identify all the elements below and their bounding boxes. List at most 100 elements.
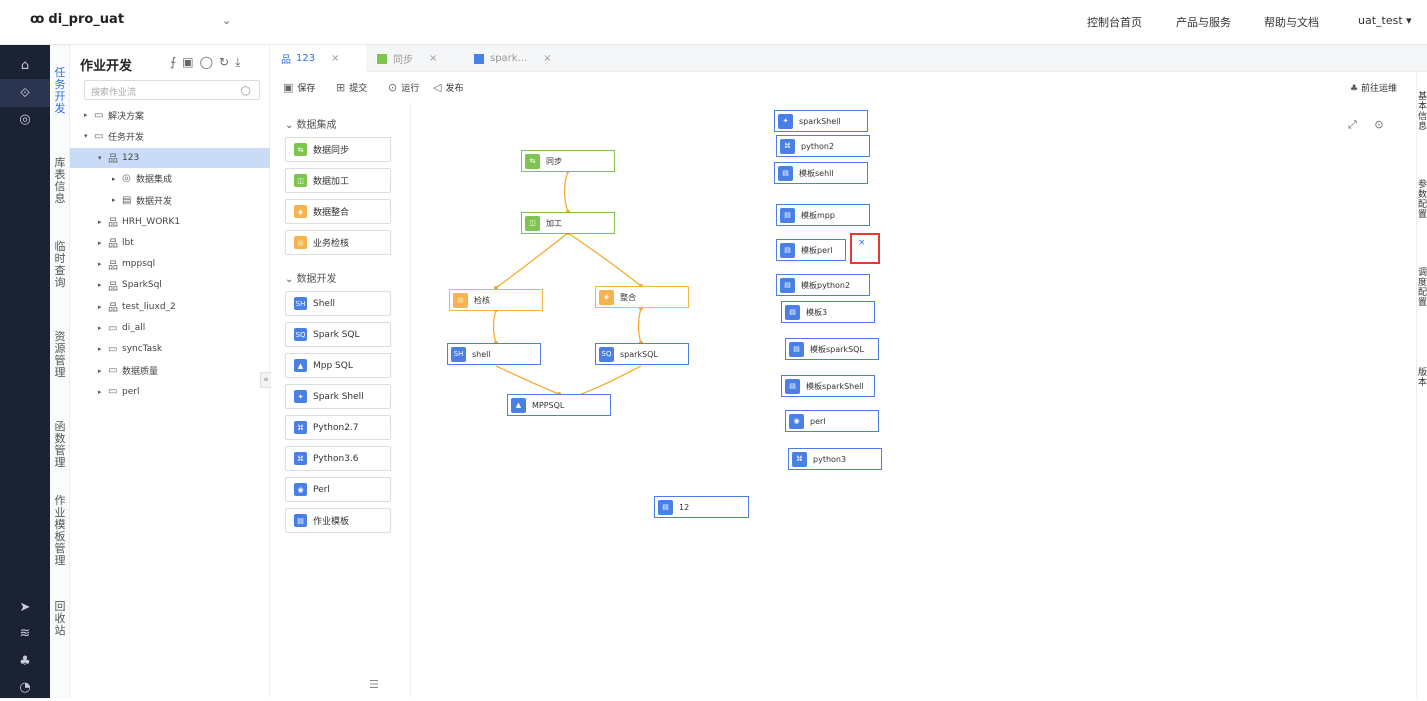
nav-help[interactable]: 帮助与文档 xyxy=(1264,14,1319,30)
tree-node[interactable]: ▸ 品 SparkSql xyxy=(70,275,270,295)
tree-search-input[interactable]: 搜索作业流 ○ xyxy=(84,80,260,100)
list-icon[interactable]: ☰ xyxy=(369,678,379,691)
user-menu[interactable]: uat_test ▾ xyxy=(1358,14,1412,27)
locate-icon[interactable]: ⊙ xyxy=(1374,118,1383,131)
flow-node[interactable]: ◫ 加工 xyxy=(521,212,615,234)
publish-button[interactable]: ◁ 发布 xyxy=(433,81,463,94)
caret-icon[interactable]: ▸ xyxy=(98,260,108,268)
flow-node[interactable]: SH shell xyxy=(447,343,541,365)
tab-sync[interactable]: 同步 × xyxy=(367,45,463,72)
close-icon[interactable]: × xyxy=(543,53,551,64)
close-icon[interactable]: × xyxy=(429,53,437,64)
tree-node[interactable]: ▸ ▭ syncTask xyxy=(70,339,270,359)
palette-item[interactable]: ▤ 作业模板 xyxy=(285,508,391,533)
tab-spark[interactable]: spark... × xyxy=(464,45,560,72)
close-icon[interactable]: × xyxy=(331,53,339,64)
rtab-schedule[interactable]: 调度配置 xyxy=(1418,268,1427,308)
tree-node[interactable]: ▸ ◎ 数据集成 xyxy=(70,169,270,189)
flow-node[interactable]: ◎ 检核 xyxy=(449,289,543,311)
caret-icon[interactable]: ▾ xyxy=(98,154,108,162)
palette-item[interactable]: ⇆ 数据同步 xyxy=(285,137,391,162)
flow-node[interactable]: ▤ 模板perl xyxy=(776,239,846,261)
rtab-params[interactable]: 参数配置 xyxy=(1418,180,1427,220)
caret-icon[interactable]: ▸ xyxy=(98,281,108,289)
tree-node[interactable]: ▸ ▭ di_all xyxy=(70,318,270,338)
vnav-recycle[interactable]: 回收站 xyxy=(54,601,66,637)
tree-node[interactable]: ▸ 品 lbt xyxy=(70,233,270,253)
vnav-resources[interactable]: 资源管理 xyxy=(54,331,66,379)
project-selector[interactable]: ꝏ di_pro_uat xyxy=(30,12,124,27)
caret-icon[interactable]: ▸ xyxy=(98,239,108,247)
tree-node[interactable]: ▸ 品 test_liuxd_2 xyxy=(70,297,270,317)
ops-icon[interactable]: ♣ xyxy=(0,647,50,675)
submit-button[interactable]: ⊞ 提交 xyxy=(336,81,367,94)
flow-node[interactable]: ✦ sparkShell xyxy=(774,110,868,132)
search-icon[interactable]: ○ xyxy=(241,83,251,97)
dev-icon[interactable]: ⟐ xyxy=(0,79,50,107)
flow-node[interactable]: ◈ 整合 xyxy=(595,286,689,308)
palette-item[interactable]: ◎ 业务检核 xyxy=(285,230,391,255)
flow-node[interactable]: ▤ 模板mpp xyxy=(776,204,870,226)
section-dev[interactable]: ⌄ 数据开发 xyxy=(285,270,337,285)
vnav-query[interactable]: 临时查询 xyxy=(54,241,66,289)
palette-item[interactable]: ▲ Mpp SQL xyxy=(285,353,391,378)
vnav-functions[interactable]: 函数管理 xyxy=(54,421,66,469)
nav-products[interactable]: 产品与服务 xyxy=(1176,14,1231,30)
flow-node[interactable]: ▲ MPPSQL xyxy=(507,394,611,416)
flow-node[interactable]: ◉ perl xyxy=(785,410,879,432)
rtab-version[interactable]: 版本 xyxy=(1418,368,1427,388)
flow-node[interactable]: ▤ 模板3 xyxy=(781,301,875,323)
chevron-down-icon[interactable]: ⌄ xyxy=(222,14,231,27)
flow-node[interactable]: ⇆ 同步 xyxy=(521,150,615,172)
clock-icon[interactable]: ◔ xyxy=(0,673,50,701)
caret-icon[interactable]: ▸ xyxy=(112,175,122,183)
run-button[interactable]: ⊙ 运行 xyxy=(388,81,419,94)
caret-icon[interactable]: ▸ xyxy=(98,345,108,353)
go-ops-button[interactable]: ♣ 前往运维 xyxy=(1350,81,1397,94)
rtab-basic-info[interactable]: 基本信息 xyxy=(1418,92,1427,132)
caret-icon[interactable]: ▸ xyxy=(84,111,94,119)
flow-node[interactable]: ⌘ python3 xyxy=(788,448,882,470)
tree-node[interactable]: ▾ 品 123 xyxy=(70,147,270,168)
tab-123[interactable]: 品 123 × xyxy=(271,45,366,72)
tree-node[interactable]: ▸ ▭ 数据质量 xyxy=(70,361,270,381)
close-icon[interactable]: × xyxy=(858,238,866,248)
flow-node[interactable]: SQ sparkSQL xyxy=(595,343,689,365)
flow-node[interactable]: ▤ 模板python2 xyxy=(776,274,870,296)
caret-icon[interactable]: ▸ xyxy=(98,324,108,332)
caret-icon[interactable]: ▸ xyxy=(98,218,108,226)
nav-console-home[interactable]: 控制台首页 xyxy=(1087,14,1142,30)
caret-icon[interactable]: ▸ xyxy=(98,303,108,311)
vnav-tables[interactable]: 库表信息 xyxy=(54,157,66,205)
palette-item[interactable]: ⌘ Python2.7 xyxy=(285,415,391,440)
vnav-templates[interactable]: 作业模板管理 xyxy=(54,495,66,567)
flow-node[interactable]: ⌘ python2 xyxy=(776,135,870,157)
home-icon[interactable]: ⌂ xyxy=(0,51,50,79)
tree-node[interactable]: ▸ 品 mppsql xyxy=(70,254,270,274)
tree-node[interactable]: ▸ 品 HRH_WORK1 xyxy=(70,212,270,232)
flow-node[interactable]: ▤ 12 xyxy=(654,496,749,518)
palette-item[interactable]: ✦ Spark Shell xyxy=(285,384,391,409)
palette-item[interactable]: SH Shell xyxy=(285,291,391,316)
palette-item[interactable]: ◈ 数据整合 xyxy=(285,199,391,224)
flow-node[interactable]: ▤ 模板sparkShell xyxy=(781,375,875,397)
section-integration[interactable]: ⌄ 数据集成 xyxy=(285,116,337,131)
flow-node[interactable]: ▤ 模板sehll xyxy=(774,162,868,184)
tree-node[interactable]: ▸ ▭ 解决方案 xyxy=(70,105,270,125)
layers-icon[interactable]: ≋ xyxy=(0,619,50,647)
caret-icon[interactable]: ▸ xyxy=(98,388,108,396)
tree-toolbar[interactable]: ⨍▣◯↻⤓ xyxy=(170,55,246,70)
cube-icon[interactable]: ◎ xyxy=(0,105,50,133)
palette-item[interactable]: ◫ 数据加工 xyxy=(285,168,391,193)
tree-node[interactable]: ▸ ▭ perl xyxy=(70,382,270,402)
send-icon[interactable]: ➤ xyxy=(0,593,50,621)
flow-node[interactable]: ▤ 模板sparkSQL xyxy=(785,338,879,360)
tree-node[interactable]: ▸ ▤ 数据开发 xyxy=(70,190,270,210)
palette-item[interactable]: ◉ Perl xyxy=(285,477,391,502)
fit-screen-icon[interactable]: ⤢ xyxy=(1348,118,1357,131)
flow-canvas[interactable]: ⇆ 同步 ◫ 加工 ◎ 检核 ◈ 整合 SH shell SQ sparkSQL ▲ MPPSQL ✦ sp… xyxy=(411,102,1416,698)
save-button[interactable]: ▣ 保存 xyxy=(283,81,315,94)
vnav-task-dev[interactable]: 任务开发 xyxy=(54,67,66,115)
palette-item[interactable]: SQ Spark SQL xyxy=(285,322,391,347)
caret-icon[interactable]: ▸ xyxy=(112,196,122,204)
